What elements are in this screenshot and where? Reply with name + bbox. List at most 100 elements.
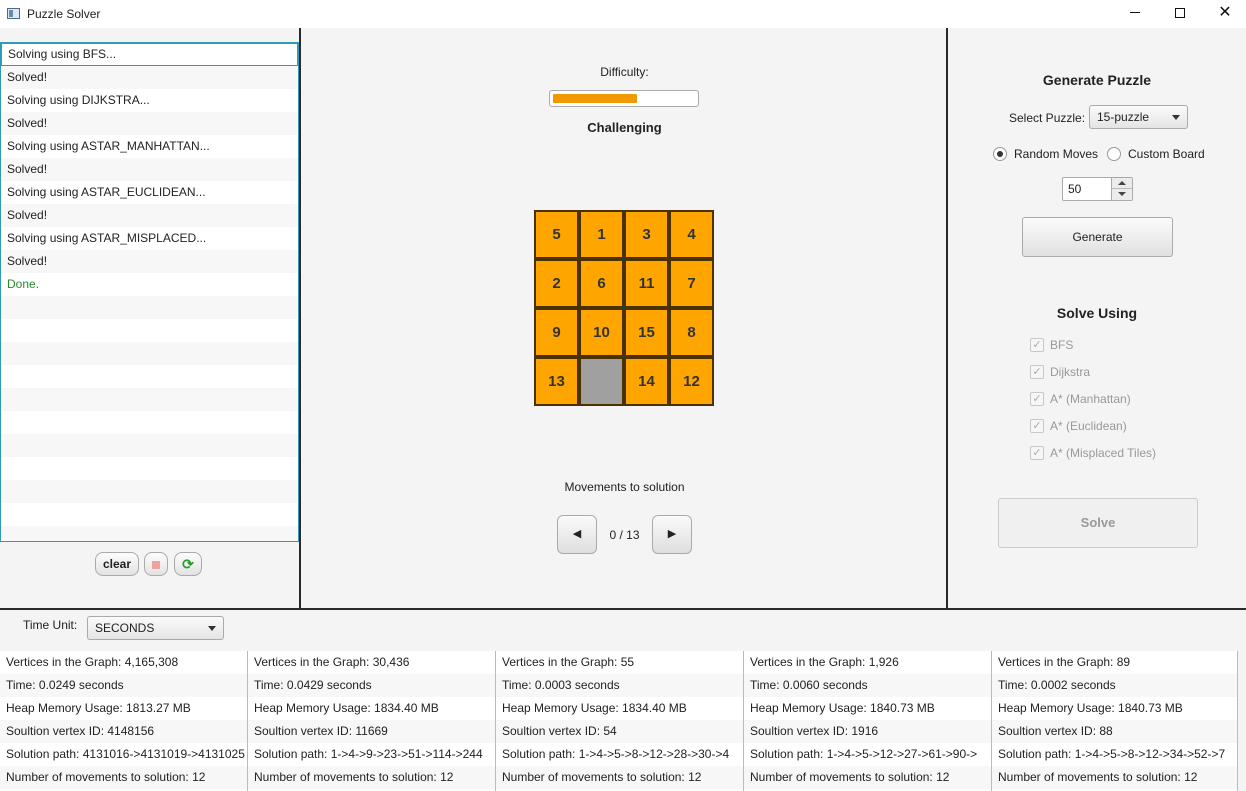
- time-unit-value: SECONDS: [95, 621, 155, 635]
- log-entry[interactable]: Solving using DIJKSTRA...: [1, 89, 298, 112]
- stop-icon: [152, 560, 160, 569]
- stats-pane: Time Unit: SECONDS Vertices in the Graph…: [0, 608, 1246, 791]
- maximize-button[interactable]: [1157, 0, 1203, 28]
- control-pane: Generate Puzzle Select Puzzle: 15-puzzle…: [948, 28, 1246, 608]
- log-pane: Solving using BFS... Solved! Solving using…: [0, 28, 301, 608]
- puzzle-blank-tile[interactable]: [579, 357, 624, 406]
- log-entry[interactable]: Solved!: [1, 66, 298, 89]
- stats-column: Vertices in the Graph: 89 Time: 0.0002 se…: [992, 651, 1238, 791]
- checkbox[interactable]: ✓: [1030, 392, 1044, 406]
- log-empty-row: [1, 480, 298, 503]
- log-entry[interactable]: Solved!: [1, 250, 298, 273]
- puzzle-tile[interactable]: 6: [579, 259, 624, 308]
- log-entry[interactable]: Solved!: [1, 112, 298, 135]
- algorithm-label: Dijkstra: [1050, 365, 1091, 379]
- stats-column: Vertices in the Graph: 30,436 Time: 0.042…: [248, 651, 496, 791]
- minimize-icon: [1130, 12, 1140, 14]
- log-empty-row: [1, 526, 298, 541]
- title-bar: Puzzle Solver ✕: [0, 0, 1246, 28]
- checkbox[interactable]: ✓: [1030, 419, 1044, 433]
- chevron-down-icon: [1172, 115, 1180, 120]
- stat-row: Solution path: 1->4->5->12->27->61->90->: [750, 747, 978, 761]
- time-unit-label: Time Unit:: [23, 618, 78, 632]
- generate-button[interactable]: Generate: [1022, 217, 1173, 257]
- time-unit-select[interactable]: SECONDS: [87, 616, 224, 640]
- puzzle-tile[interactable]: 14: [624, 357, 669, 406]
- puzzle-pane: Difficulty: Challenging 5 1 3 4 2 6 11 7 9 10 15 8 1…: [301, 28, 948, 608]
- next-move-button[interactable]: ▶: [652, 515, 692, 554]
- stat-row: Solution path: 1->4->9->23->51->114->244: [254, 747, 483, 761]
- log-entry[interactable]: Solving using ASTAR_EUCLIDEAN...: [1, 181, 298, 204]
- random-moves-radio[interactable]: [993, 147, 1007, 161]
- stat-row: Soultion vertex ID: 88: [992, 720, 1237, 743]
- spinner-up-button[interactable]: [1111, 178, 1132, 189]
- spinner-down-button[interactable]: [1111, 189, 1132, 200]
- refresh-icon: ⟳: [182, 556, 194, 572]
- minimize-button[interactable]: [1112, 0, 1158, 28]
- puzzle-tile[interactable]: 8: [669, 308, 714, 357]
- stat-row: Vertices in the Graph: 4,165,308: [6, 655, 179, 669]
- stat-row: Number of movements to solution: 12: [744, 766, 991, 789]
- chevron-left-icon: ◀: [572, 528, 582, 540]
- solve-button[interactable]: Solve: [998, 498, 1198, 548]
- checkbox[interactable]: ✓: [1030, 446, 1044, 460]
- log-empty-row: [1, 365, 298, 388]
- stat-row: Solution path: 1->4->5->8->12->34->52->7: [998, 747, 1226, 761]
- log-entry[interactable]: Solving using BFS...: [1, 43, 298, 66]
- stat-row: Vertices in the Graph: 89: [998, 655, 1131, 669]
- previous-move-button[interactable]: ◀: [557, 515, 597, 554]
- custom-board-radio[interactable]: [1107, 147, 1121, 161]
- stat-row: Time: 0.0060 seconds: [744, 674, 991, 697]
- log-list[interactable]: Solving using BFS... Solved! Solving using…: [0, 42, 299, 542]
- puzzle-tile[interactable]: 4: [669, 210, 714, 259]
- puzzle-board: 5 1 3 4 2 6 11 7 9 10 15 8 13 14 12: [534, 210, 714, 406]
- stop-button[interactable]: [144, 552, 168, 576]
- stat-row: Solution path: 1->4->5->8->12->28->30->4: [502, 747, 730, 761]
- log-empty-row: [1, 411, 298, 434]
- stat-row: Vertices in the Graph: 30,436: [254, 655, 410, 669]
- puzzle-tile[interactable]: 7: [669, 259, 714, 308]
- puzzle-tile[interactable]: 1: [579, 210, 624, 259]
- log-entry[interactable]: Solved!: [1, 158, 298, 181]
- refresh-button[interactable]: ⟳: [174, 552, 202, 576]
- puzzle-select-value: 15-puzzle: [1097, 110, 1150, 124]
- log-entry[interactable]: Solving using ASTAR_MANHATTAN...: [1, 135, 298, 158]
- stat-row: Heap Memory Usage: 1834.40 MB: [502, 701, 687, 715]
- select-puzzle-label: Select Puzzle:: [1009, 111, 1086, 125]
- puzzle-tile[interactable]: 13: [534, 357, 579, 406]
- difficulty-progress-fill: [553, 94, 637, 103]
- puzzle-tile[interactable]: 3: [624, 210, 669, 259]
- clear-button[interactable]: clear: [95, 552, 139, 576]
- stat-row: Heap Memory Usage: 1834.40 MB: [254, 701, 439, 715]
- close-button[interactable]: ✕: [1202, 0, 1246, 28]
- random-moves-label: Random Moves: [1014, 147, 1099, 161]
- stat-row: Time: 0.0003 seconds: [496, 674, 743, 697]
- stat-row: Time: 0.0429 seconds: [248, 674, 495, 697]
- log-entry[interactable]: Done.: [1, 273, 298, 296]
- log-empty-row: [1, 388, 298, 411]
- close-icon: ✕: [1218, 4, 1232, 21]
- puzzle-tile[interactable]: 5: [534, 210, 579, 259]
- custom-board-label: Custom Board: [1128, 147, 1205, 161]
- stat-row: Heap Memory Usage: 1813.27 MB: [6, 701, 191, 715]
- puzzle-tile[interactable]: 12: [669, 357, 714, 406]
- puzzle-tile[interactable]: 2: [534, 259, 579, 308]
- solve-using-title: Solve Using: [1056, 305, 1138, 321]
- puzzle-tile[interactable]: 9: [534, 308, 579, 357]
- stat-row: Time: 0.0249 seconds: [0, 674, 247, 697]
- puzzle-tile[interactable]: 11: [624, 259, 669, 308]
- checkbox[interactable]: ✓: [1030, 365, 1044, 379]
- checkbox[interactable]: ✓: [1030, 338, 1044, 352]
- chevron-right-icon: ▶: [667, 528, 677, 540]
- moves-input[interactable]: 50: [1068, 178, 1081, 200]
- stat-row: Number of movements to solution: 12: [992, 766, 1237, 789]
- log-empty-row: [1, 457, 298, 480]
- log-entry[interactable]: Solved!: [1, 204, 298, 227]
- puzzle-tile[interactable]: 10: [579, 308, 624, 357]
- puzzle-tile[interactable]: 15: [624, 308, 669, 357]
- difficulty-level: Challenging: [587, 120, 662, 135]
- puzzle-select[interactable]: 15-puzzle: [1089, 105, 1188, 129]
- generate-puzzle-title: Generate Puzzle: [1042, 72, 1152, 88]
- moves-spinner: 50: [1062, 177, 1133, 201]
- log-entry[interactable]: Solving using ASTAR_MISPLACED...: [1, 227, 298, 250]
